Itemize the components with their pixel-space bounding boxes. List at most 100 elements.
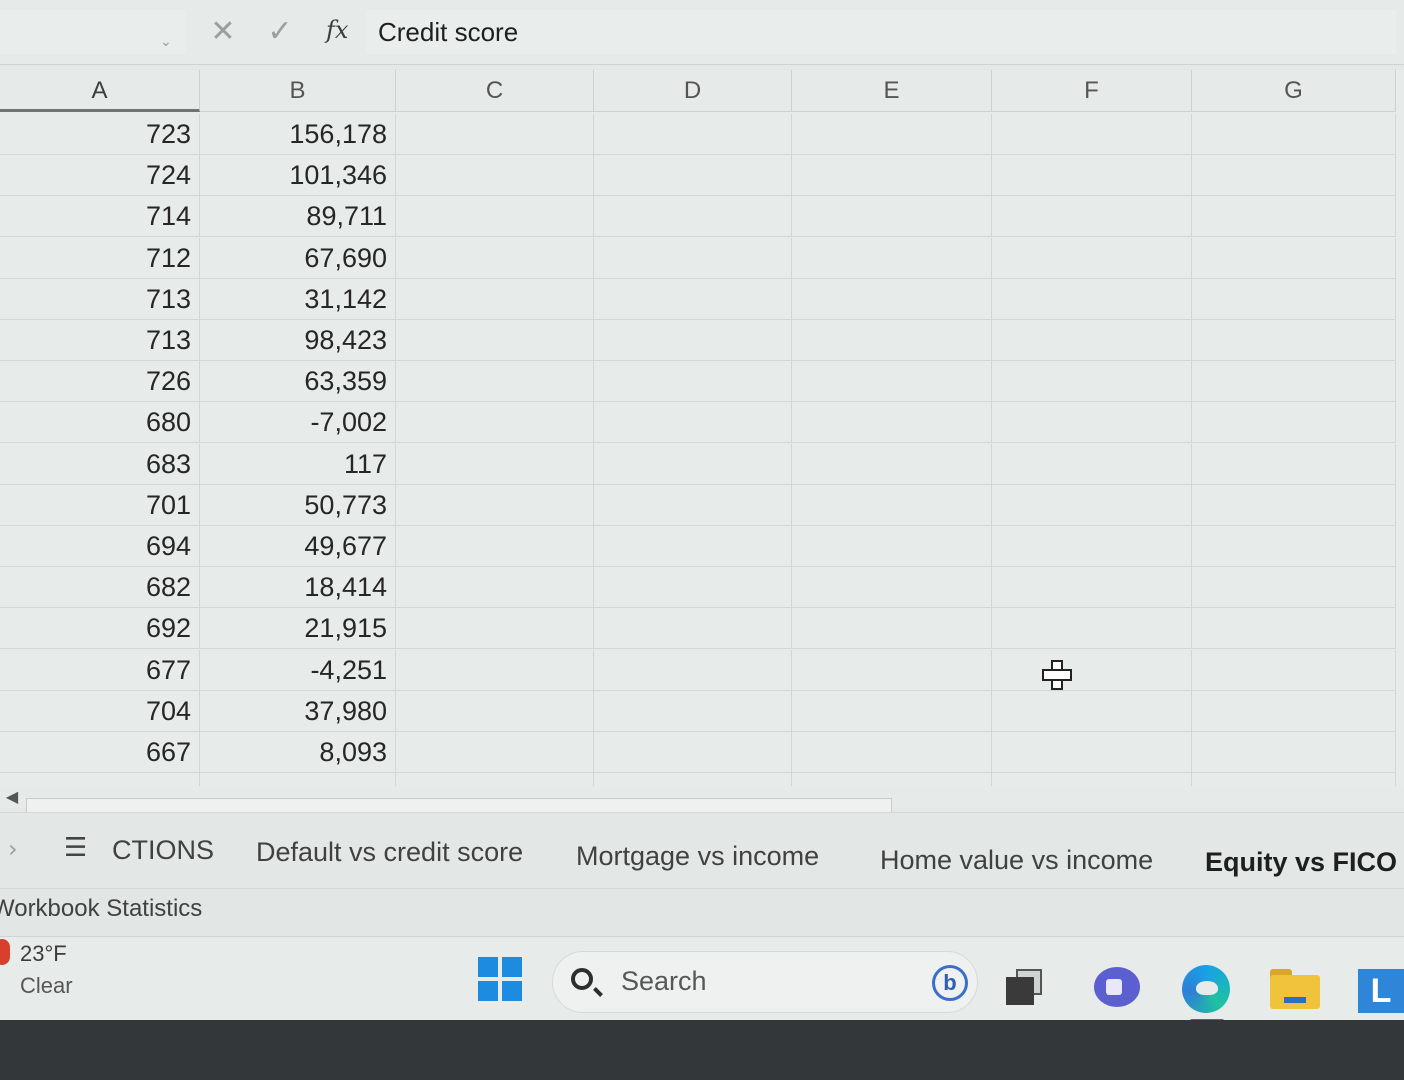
- cell-b6[interactable]: 98,423: [200, 320, 396, 361]
- cell-f16[interactable]: [992, 732, 1192, 773]
- cell-b8[interactable]: -7,002: [200, 402, 396, 443]
- cell-d13[interactable]: [594, 608, 792, 649]
- column-header-g[interactable]: G: [1192, 70, 1396, 112]
- cell-g3[interactable]: [1192, 196, 1396, 237]
- cell-f9[interactable]: [992, 444, 1192, 485]
- cell-f2[interactable]: [992, 155, 1192, 196]
- cell-a3[interactable]: 714: [0, 196, 200, 237]
- cell-f6[interactable]: [992, 320, 1192, 361]
- file-explorer-icon[interactable]: [1270, 969, 1320, 1009]
- column-header-d[interactable]: D: [594, 70, 792, 112]
- cell-c3[interactable]: [396, 196, 594, 237]
- cell-g1[interactable]: [1192, 114, 1396, 155]
- cell-f12[interactable]: [992, 567, 1192, 608]
- cell-g5[interactable]: [1192, 279, 1396, 320]
- cell-e7[interactable]: [792, 361, 992, 402]
- cell-b16[interactable]: 8,093: [200, 732, 396, 773]
- cell-e16[interactable]: [792, 732, 992, 773]
- cell-a13[interactable]: 692: [0, 608, 200, 649]
- cell-c11[interactable]: [396, 526, 594, 567]
- cell-b11[interactable]: 49,677: [200, 526, 396, 567]
- cell-c6[interactable]: [396, 320, 594, 361]
- cell-a11[interactable]: 694: [0, 526, 200, 567]
- cell-g14[interactable]: [1192, 650, 1396, 691]
- cell-b15[interactable]: 37,980: [200, 691, 396, 732]
- cell-d2[interactable]: [594, 155, 792, 196]
- cell-e15[interactable]: [792, 691, 992, 732]
- cancel-icon[interactable]: ✕: [206, 14, 240, 50]
- cell-c10[interactable]: [396, 485, 594, 526]
- sheet-tab-home-value-vs-income[interactable]: Home value vs income: [880, 845, 1153, 876]
- cell-a5[interactable]: 713: [0, 279, 200, 320]
- sheet-tab-mortgage-vs-income[interactable]: Mortgage vs income: [576, 841, 819, 872]
- cell-g12[interactable]: [1192, 567, 1396, 608]
- task-view-icon[interactable]: [1006, 969, 1042, 1005]
- insert-function-icon[interactable]: fx: [326, 16, 348, 44]
- cell-b5[interactable]: 31,142: [200, 279, 396, 320]
- column-header-f[interactable]: F: [992, 70, 1192, 112]
- cell-f15[interactable]: [992, 691, 1192, 732]
- cell-f3[interactable]: [992, 196, 1192, 237]
- cell-g6[interactable]: [1192, 320, 1396, 361]
- cell-d14[interactable]: [594, 650, 792, 691]
- cell-e13[interactable]: [792, 608, 992, 649]
- cell-g16[interactable]: [1192, 732, 1396, 773]
- enter-check-icon[interactable]: ✓: [262, 14, 298, 50]
- windows-start-icon[interactable]: [478, 957, 522, 1001]
- cell-b2[interactable]: 101,346: [200, 155, 396, 196]
- l-app-icon[interactable]: L: [1358, 969, 1404, 1013]
- weather-icon[interactable]: [0, 939, 10, 965]
- cell-f1[interactable]: [992, 114, 1192, 155]
- cell-a7[interactable]: 726: [0, 361, 200, 402]
- cell-a4[interactable]: 712: [0, 238, 200, 279]
- sheet-tab-partial[interactable]: CTIONS: [112, 835, 214, 866]
- cell-d11[interactable]: [594, 526, 792, 567]
- column-header-a[interactable]: A: [0, 70, 200, 112]
- scroll-left-icon[interactable]: ◀: [2, 788, 22, 806]
- cell-a15[interactable]: 704: [0, 691, 200, 732]
- cell-a1[interactable]: 723: [0, 114, 200, 155]
- cell-a14[interactable]: 677: [0, 650, 200, 691]
- cell-d8[interactable]: [594, 402, 792, 443]
- column-header-c[interactable]: C: [396, 70, 594, 112]
- cell-g11[interactable]: [1192, 526, 1396, 567]
- cell-f10[interactable]: [992, 485, 1192, 526]
- cell-b10[interactable]: 50,773: [200, 485, 396, 526]
- name-box[interactable]: ⌄: [0, 10, 186, 54]
- cell-c2[interactable]: [396, 155, 594, 196]
- cell-g2[interactable]: [1192, 155, 1396, 196]
- cell-f8[interactable]: [992, 402, 1192, 443]
- chevron-right-icon[interactable]: ›: [8, 835, 18, 863]
- cell-a12[interactable]: 682: [0, 567, 200, 608]
- cell-b7[interactable]: 63,359: [200, 361, 396, 402]
- cell-d6[interactable]: [594, 320, 792, 361]
- cell-c1[interactable]: [396, 114, 594, 155]
- cell-f13[interactable]: [992, 608, 1192, 649]
- cell-d10[interactable]: [594, 485, 792, 526]
- cell-c15[interactable]: [396, 691, 594, 732]
- workbook-statistics[interactable]: Workbook Statistics: [0, 895, 202, 923]
- cell-g15[interactable]: [1192, 691, 1396, 732]
- cell-c12[interactable]: [396, 567, 594, 608]
- cell-g9[interactable]: [1192, 444, 1396, 485]
- cell-e5[interactable]: [792, 279, 992, 320]
- cell-g13[interactable]: [1192, 608, 1396, 649]
- cell-d12[interactable]: [594, 567, 792, 608]
- cell-e11[interactable]: [792, 526, 992, 567]
- cell-e14[interactable]: [792, 650, 992, 691]
- cell-e4[interactable]: [792, 238, 992, 279]
- cell-a2[interactable]: 724: [0, 155, 200, 196]
- cell-d3[interactable]: [594, 196, 792, 237]
- cell-c5[interactable]: [396, 279, 594, 320]
- cell-g7[interactable]: [1192, 361, 1396, 402]
- spreadsheet-grid[interactable]: ABCDEFG 723 156,178 724 101,346 714 89,711 712…: [0, 70, 1404, 800]
- cell-c14[interactable]: [396, 650, 594, 691]
- cell-e8[interactable]: [792, 402, 992, 443]
- formula-input[interactable]: Credit score: [366, 10, 1396, 54]
- chevron-down-icon[interactable]: ⌄: [160, 34, 172, 50]
- sheet-tab-equity-vs-fico[interactable]: Equity vs FICO: [1205, 847, 1397, 878]
- cell-a16[interactable]: 667: [0, 732, 200, 773]
- cell-f5[interactable]: [992, 279, 1192, 320]
- cell-f14[interactable]: [992, 650, 1192, 691]
- edge-icon[interactable]: [1182, 965, 1230, 1013]
